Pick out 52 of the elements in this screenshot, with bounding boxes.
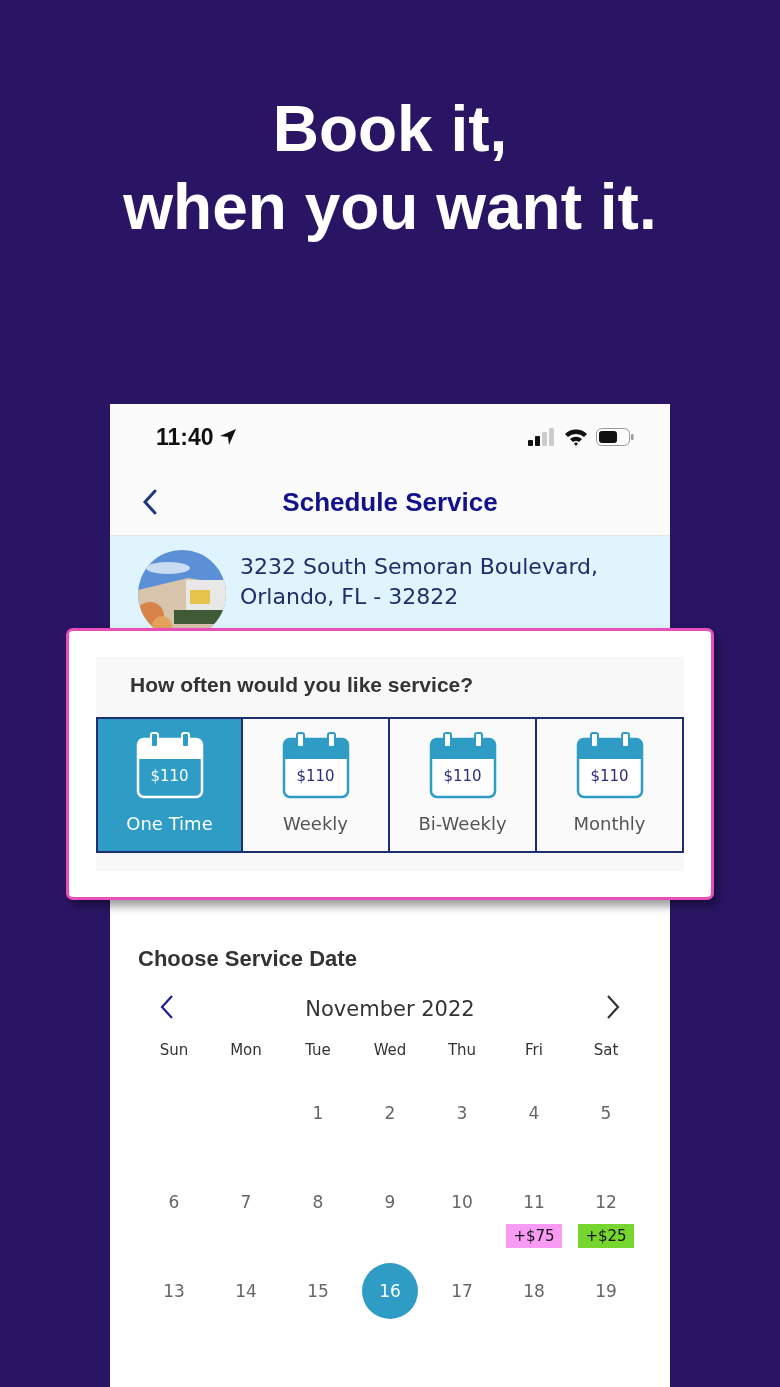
- month-label: November 2022: [305, 996, 475, 1021]
- weekday-label: Sun: [159, 1041, 189, 1059]
- calendar-day[interactable]: 15: [290, 1271, 346, 1311]
- calendar-day[interactable]: 2: [362, 1093, 418, 1133]
- frequency-question: How often would you like service?: [129, 672, 475, 698]
- weekday-label: Thu: [447, 1041, 477, 1059]
- frequency-option[interactable]: $110 Bi-Weekly: [388, 717, 537, 853]
- surcharge-tag: +$75: [506, 1224, 562, 1248]
- weekday-label: Mon: [230, 1041, 262, 1059]
- surcharge-tag: +$25: [578, 1224, 634, 1248]
- address-line: Orlando, FL - 32822: [240, 583, 460, 611]
- headline: Book it,: [271, 92, 509, 167]
- calendar-day[interactable]: 1: [290, 1093, 346, 1133]
- price-label: $110: [442, 767, 483, 785]
- calendar-day[interactable]: 14: [218, 1271, 274, 1311]
- price-label: $110: [149, 767, 190, 785]
- price-label: $110: [589, 767, 630, 785]
- calendar-day[interactable]: 8: [290, 1182, 346, 1222]
- weekday-label: Tue: [305, 1041, 331, 1059]
- calendar-icon: [428, 731, 497, 799]
- price-label: $110: [295, 767, 336, 785]
- calendar-day[interactable]: 11: [506, 1182, 562, 1222]
- calendar-day[interactable]: 12: [578, 1182, 634, 1222]
- status-time: 11:40: [156, 423, 214, 451]
- calendar-day[interactable]: 16: [362, 1263, 418, 1319]
- calendar-day[interactable]: 13: [146, 1271, 202, 1311]
- wifi-icon: [564, 428, 588, 446]
- calendar-icon: [575, 731, 644, 799]
- calendar-day[interactable]: 17: [434, 1271, 490, 1311]
- calendar-day[interactable]: 9: [362, 1182, 418, 1222]
- frequency-option[interactable]: $110 Weekly: [241, 717, 390, 853]
- headline: when you want it.: [122, 170, 658, 245]
- screen-title: Schedule Service: [282, 487, 498, 518]
- calendar-day[interactable]: 19: [578, 1271, 634, 1311]
- weekday-label: Wed: [373, 1041, 407, 1059]
- address-line: 3232 South Semoran Boulevard,: [240, 553, 599, 581]
- calendar-icon: [281, 731, 350, 799]
- calendar-day[interactable]: 10: [434, 1182, 490, 1222]
- calendar-day[interactable]: 5: [578, 1093, 634, 1133]
- calendar-day[interactable]: 3: [434, 1093, 490, 1133]
- calendar-day[interactable]: 6: [146, 1182, 202, 1222]
- battery-icon: [596, 428, 634, 446]
- weekday-label: Fri: [525, 1041, 543, 1059]
- calendar-day[interactable]: 18: [506, 1271, 562, 1311]
- frequency-option[interactable]: $110 One Time: [96, 717, 243, 853]
- signal-icon: [528, 428, 556, 446]
- calendar-icon: [135, 731, 204, 799]
- calendar-day[interactable]: 7: [218, 1182, 274, 1222]
- calendar-day[interactable]: 4: [506, 1093, 562, 1133]
- frequency-option[interactable]: $110 Monthly: [535, 717, 684, 853]
- section-title: Choose Service Date: [138, 946, 358, 972]
- weekday-label: Sat: [593, 1041, 619, 1059]
